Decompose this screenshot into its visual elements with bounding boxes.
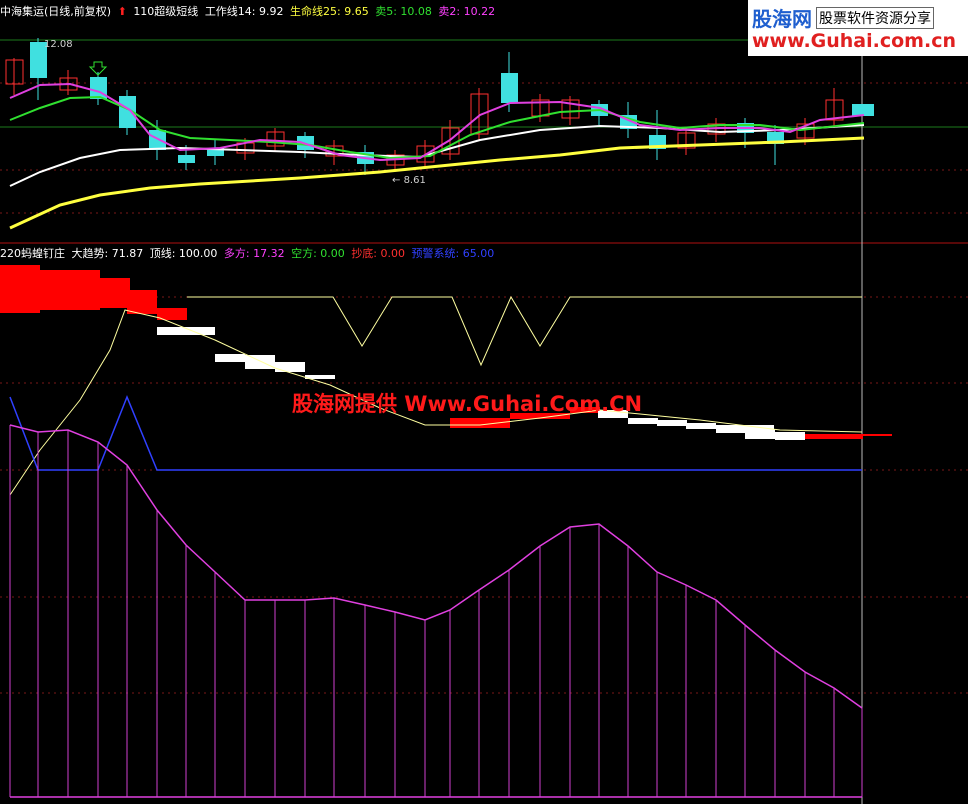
stock-name: 中海集运(日线,前复权) <box>0 5 112 18</box>
watermark: 股海网提供 Www.Guhai.Com.CN <box>292 392 643 416</box>
long-curve <box>9 424 863 709</box>
life-line-value: 生命线25: 9.65 <box>290 5 369 18</box>
candle-down <box>178 155 195 163</box>
long-value: 多方: 17.32 <box>223 247 285 260</box>
candle-down <box>501 73 518 103</box>
logo-slogan: 股票软件资源分享 <box>816 7 934 29</box>
sell5-value: 卖5: 10.08 <box>375 5 432 18</box>
candles <box>5 38 874 175</box>
trend-value: 大趋势: 71.87 <box>71 247 144 260</box>
indicator-name[interactable]: 110超级短线 <box>133 5 198 18</box>
high-price-label: 12.08 <box>44 39 73 50</box>
bottom-fish-value: 抄底: 0.00 <box>351 247 406 260</box>
bottom-panel-header: 220蚂蝗钉庄 大趋势: 71.87 顶线: 100.00 多方: 17.32 … <box>0 247 497 261</box>
work-line-value: 工作线14: 9.92 <box>204 5 284 18</box>
top-line <box>187 295 862 367</box>
bottom-indicator-name[interactable]: 220蚂蝗钉庄 <box>0 247 65 260</box>
low-price-label: ← 8.61 <box>392 175 426 186</box>
up-arrow-icon: ⬆ <box>117 5 127 18</box>
work-line <box>9 124 865 187</box>
candle-down <box>149 130 166 150</box>
alarm-value: 预警系统: 65.00 <box>411 247 495 260</box>
top-line-value: 顶线: 100.00 <box>149 247 218 260</box>
logo-name: 股海网 <box>752 7 812 31</box>
top-panel-header: 中海集运(日线,前复权) ⬆ 110超级短线 工作线14: 9.92 生命线25… <box>0 5 498 19</box>
logo-url: www.Guhai.com.cn <box>752 30 956 52</box>
site-logo: 股海网 股票软件资源分享 www.Guhai.com.cn <box>748 0 968 56</box>
sell2-value: 卖2: 10.22 <box>438 5 496 18</box>
short-value: 空方: 0.00 <box>291 247 345 260</box>
